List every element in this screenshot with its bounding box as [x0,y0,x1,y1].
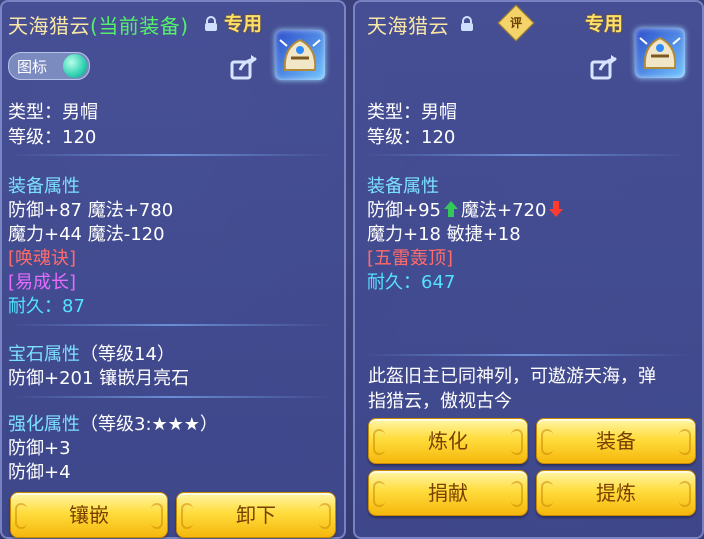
gem-attr-row: 宝石属性（等级14） [8,344,175,365]
special-skill: [唤魂诀] [8,248,77,269]
rate-icon[interactable]: 评 [497,4,535,42]
lock-icon [461,16,473,31]
durability: 耐久：87 [8,296,85,317]
divider [363,154,688,156]
icon-toggle-label: 图标 [17,58,48,76]
equip-button[interactable]: 装备 [536,418,696,464]
divider [363,354,688,356]
donate-button[interactable]: 捐献 [368,470,528,516]
special-effect: [易成长] [8,272,77,293]
unequip-button[interactable]: 卸下 [176,492,336,538]
item-level: 等级：120 [367,127,456,148]
item-level: 等级：120 [8,127,97,148]
special-skill: [五雷轰顶] [367,248,454,269]
toggle-knob [63,54,87,78]
divider [10,324,330,326]
exclusive-label: 专用 [585,13,624,35]
item-type: 类型：男帽 [8,102,98,123]
equipped-item-title: 天海猎云(当前装备) [8,14,189,38]
attr-line-1: 防御+87 魔法+780 [8,200,174,221]
helmet-icon [639,36,681,69]
extract-button[interactable]: 提炼 [536,470,696,516]
durability: 耐久：647 [367,272,456,293]
equipped-item-panel: 天海猎云(当前装备) 专用 图标 类型：男帽 等级：120 装备属性 防御+87… [0,0,346,539]
helmet-icon [279,38,321,71]
compare-item-panel: 天海猎云 评 专用 类型：男帽 等级：120 装备属性 防御+95 魔法+720 … [353,0,704,539]
equip-attr-heading: 装备属性 [8,176,80,197]
attr-line-2: 魔力+18 敏捷+18 [367,224,521,245]
share-icon[interactable] [230,54,260,80]
inlay-button[interactable]: 镶嵌 [10,492,168,538]
enhance-line-1: 防御+3 [8,438,71,459]
attr-magic: 魔法+720 [461,200,547,221]
current-equipped-tag: (当前装备) [90,14,189,38]
divider [10,396,330,398]
attr-defense: 防御+95 [367,200,441,221]
share-icon[interactable] [590,54,620,80]
divider [10,154,330,156]
equip-attr-heading: 装备属性 [367,176,439,197]
enhance-line-2: 防御+4 [8,462,71,483]
gem-line: 防御+201 镶嵌月亮石 [8,368,190,389]
item-description: 此盔旧主已同神列，可遨游天海，弹 指猎云，傲视古今 [368,366,656,412]
helmet-item-icon[interactable] [635,28,685,78]
item-type: 类型：男帽 [367,102,457,123]
enhance-attr-row: 强化属性（等级3:★★★） [8,414,218,435]
icon-toggle[interactable]: 图标 [8,52,90,80]
increase-arrow-icon [444,201,458,217]
decrease-arrow-icon [549,201,564,217]
refine-button[interactable]: 炼化 [368,418,528,464]
attr-line-1: 防御+95 魔法+720 [367,196,566,222]
helmet-item-icon[interactable] [275,30,325,80]
compare-item-title: 天海猎云 [367,14,449,38]
attr-line-2: 魔力+44 魔法-120 [8,224,165,245]
exclusive-label: 专用 [224,13,263,35]
lock-icon [205,16,217,31]
